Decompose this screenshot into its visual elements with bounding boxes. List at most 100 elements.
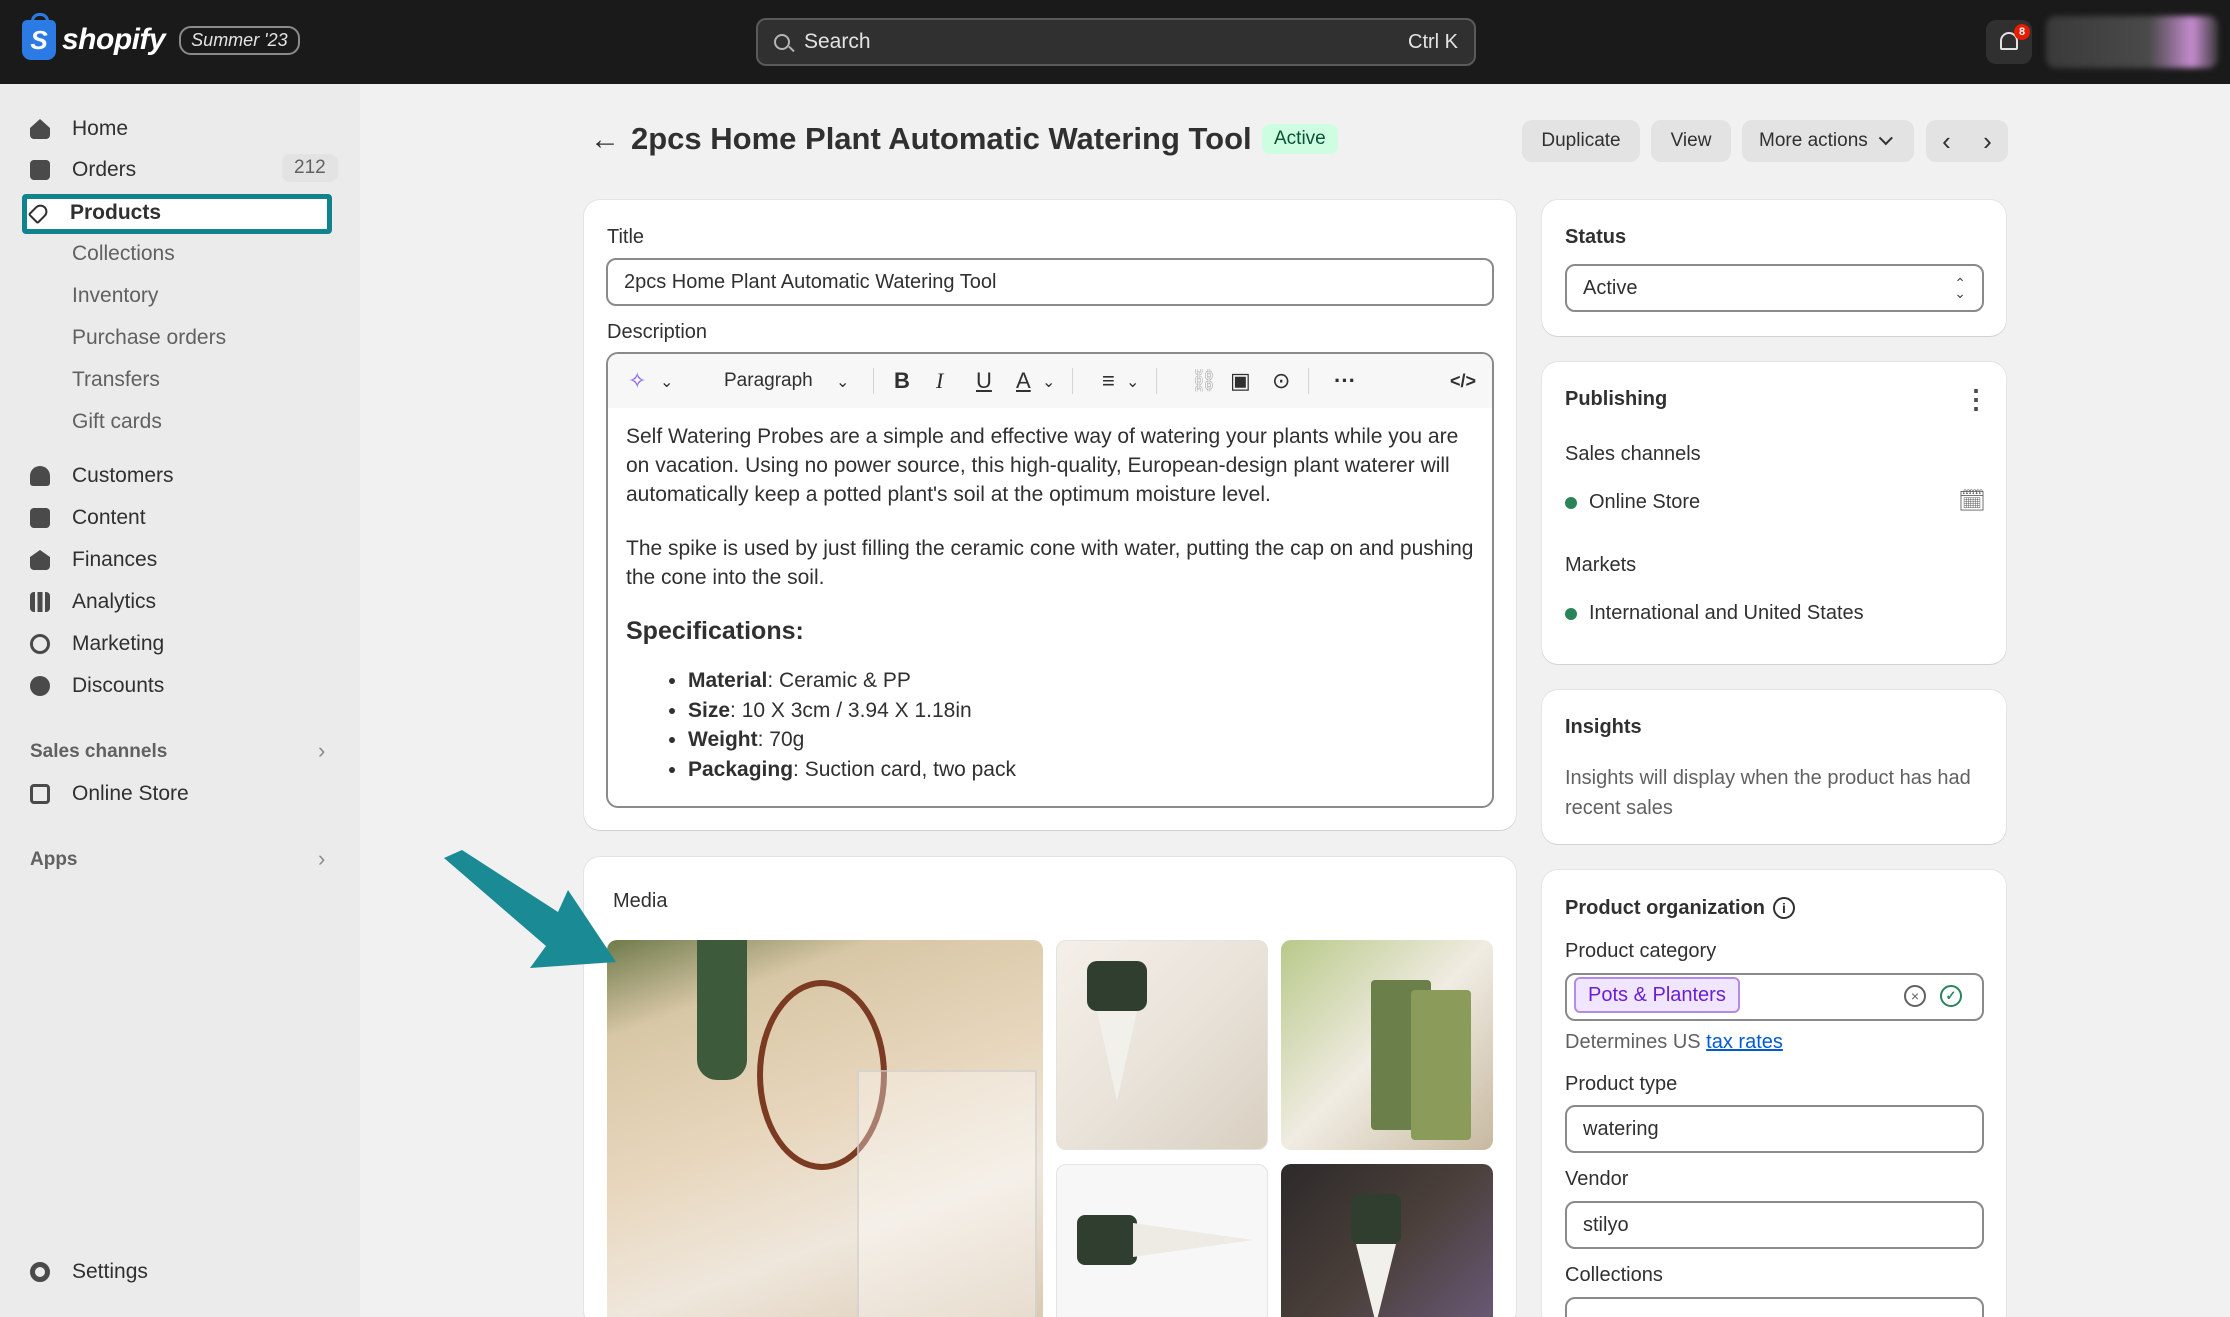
chevron-right-icon[interactable]: › [318, 846, 325, 872]
account-menu[interactable] [2046, 16, 2218, 68]
schedule-icon[interactable]: 🗓 [1958, 488, 1986, 514]
sidebar-item-label: Discounts [72, 674, 165, 697]
product-type-label: Product type [1565, 1073, 1678, 1095]
vendor-label: Vendor [1565, 1168, 1629, 1190]
more-options-icon[interactable]: ⋮ [1963, 384, 1989, 415]
product-image-3[interactable] [1281, 940, 1493, 1150]
vendor-field[interactable]: stilyo [1565, 1201, 1984, 1249]
text-color-icon[interactable]: A [1016, 368, 1031, 394]
align-icon[interactable]: ≡ [1102, 368, 1115, 394]
sidebar-item-label: Orders [72, 158, 137, 181]
more-actions-button[interactable]: More actions [1742, 120, 1914, 162]
product-image-5[interactable] [1281, 1164, 1493, 1317]
description-editor[interactable]: ✧ ⌄ Paragraph ⌄ B I U A ⌄ ≡ ⌄ ⛓ ▣ ⊙ ··· … [606, 352, 1494, 808]
sales-channels-heading[interactable]: Sales channels [30, 741, 167, 763]
italic-icon[interactable]: I [936, 368, 943, 394]
description-paragraph: The spike is used by just filling the ce… [626, 537, 1474, 589]
store-icon [30, 784, 50, 804]
insert-video-icon[interactable]: ⊙ [1272, 368, 1290, 394]
sidebar-item-content[interactable]: Content [30, 500, 146, 536]
chevron-down-icon[interactable]: ⌄ [1126, 372, 1139, 392]
link-icon[interactable]: ⛓ [1190, 368, 1218, 394]
product-type-field[interactable]: watering [1565, 1105, 1984, 1153]
probe-cap-shape [1087, 961, 1147, 1011]
spec-value: : Suction card, two pack [793, 757, 1016, 781]
orders-icon [30, 160, 50, 180]
clear-icon[interactable]: × [1904, 985, 1926, 1007]
category-tag[interactable]: Pots & Planters [1574, 977, 1740, 1013]
shopify-logo[interactable]: S shopify Summer '23 [22, 13, 300, 60]
sidebar-subitem-collections[interactable]: Collections [72, 242, 175, 266]
magic-sparkle-icon[interactable]: ✧ [628, 368, 646, 394]
sidebar-subitem-gift-cards[interactable]: Gift cards [72, 410, 162, 434]
sidebar-item-orders[interactable]: Orders [30, 152, 136, 188]
code-view-icon[interactable]: </> [1450, 371, 1476, 392]
underline-icon[interactable]: U [976, 368, 992, 394]
apps-heading[interactable]: Apps [30, 849, 78, 871]
chevron-down-icon[interactable]: ⌄ [836, 372, 849, 392]
paragraph-style-select[interactable]: Paragraph [724, 370, 813, 392]
product-image-main[interactable] [607, 940, 1043, 1317]
product-image-2[interactable] [1056, 940, 1268, 1150]
sidebar-item-customers[interactable]: Customers [30, 458, 174, 494]
spec-value: : 10 X 3cm / 3.94 X 1.18in [730, 698, 972, 722]
tax-note: Determines US tax rates [1565, 1031, 1783, 1054]
chevron-down-icon[interactable]: ⌄ [1042, 372, 1055, 392]
insert-image-icon[interactable]: ▣ [1230, 368, 1251, 394]
sales-channels-label: Sales channels [1565, 443, 1701, 465]
probe-cap-shape [1351, 1194, 1401, 1244]
probe-cap-shape [697, 940, 747, 1080]
sidebar-item-discounts[interactable]: Discounts [30, 668, 164, 704]
insights-label: Insights [1565, 716, 1642, 738]
publishing-label: Publishing [1565, 388, 1668, 410]
sidebar-item-online-store[interactable]: Online Store [30, 776, 189, 812]
sidebar-item-settings[interactable]: Settings [30, 1254, 148, 1290]
toolbar-divider [873, 368, 874, 394]
search-input[interactable]: Search Ctrl K [756, 18, 1476, 66]
editor-content[interactable]: Self Watering Probes are a simple and ef… [608, 408, 1492, 784]
duplicate-button[interactable]: Duplicate [1522, 120, 1640, 162]
discount-icon [30, 676, 50, 696]
list-item: Packaging: Suction card, two pack [688, 755, 1474, 785]
title-label: Title [607, 226, 645, 248]
search-icon [774, 34, 790, 50]
package-shape [1411, 990, 1471, 1140]
specifications-list: Material: Ceramic & PP Size: 10 X 3cm / … [688, 666, 1474, 784]
more-formatting-icon[interactable]: ··· [1334, 368, 1356, 394]
bar-chart-icon [30, 592, 50, 612]
sidebar-item-label: Finances [72, 548, 158, 571]
collections-field[interactable] [1565, 1297, 1984, 1317]
chevron-right-icon[interactable]: › [318, 738, 325, 764]
sidebar-item-finances[interactable]: Finances [30, 542, 157, 578]
sidebar-subitem-inventory[interactable]: Inventory [72, 284, 158, 308]
sidebar-subitem-purchase-orders[interactable]: Purchase orders [72, 326, 226, 350]
toolbar-divider [1156, 368, 1157, 394]
market-status-dot [1565, 608, 1577, 620]
back-arrow-icon[interactable]: ← [590, 123, 620, 157]
chevron-down-icon[interactable]: ⌄ [660, 372, 673, 392]
sidebar-subitem-transfers[interactable]: Transfers [72, 368, 160, 392]
top-bar: S shopify Summer '23 Search Ctrl K 8 [0, 0, 2230, 84]
description-label: Description [607, 321, 708, 343]
confirm-check-icon[interactable]: ✓ [1940, 985, 1962, 1007]
image-icon [30, 508, 50, 528]
sidebar-item-label: Marketing [72, 632, 165, 655]
sidebar-item-analytics[interactable]: Analytics [30, 584, 156, 620]
tax-note-prefix: Determines US [1565, 1031, 1701, 1053]
notifications-button[interactable]: 8 [1986, 20, 2032, 64]
title-field[interactable]: 2pcs Home Plant Automatic Watering Tool [606, 258, 1494, 306]
previous-icon[interactable]: ‹ [1942, 126, 1951, 157]
sidebar-item-label: Online Store [72, 782, 189, 805]
next-icon[interactable]: › [1983, 126, 1992, 157]
status-select[interactable]: Active ⌃ ⌄ [1565, 264, 1984, 312]
sidebar-item-home[interactable]: Home [30, 111, 128, 147]
tax-rates-link[interactable]: tax rates [1706, 1031, 1783, 1053]
product-image-4[interactable] [1056, 1164, 1268, 1317]
view-button[interactable]: View [1651, 120, 1731, 162]
product-organization-label: Product organization [1565, 897, 1765, 919]
info-icon[interactable]: i [1773, 897, 1795, 919]
sidebar-item-marketing[interactable]: Marketing [30, 626, 164, 662]
editor-toolbar: ✧ ⌄ Paragraph ⌄ B I U A ⌄ ≡ ⌄ ⛓ ▣ ⊙ ··· … [608, 354, 1492, 408]
sidebar-item-products[interactable]: Products [27, 195, 161, 231]
bold-icon[interactable]: B [894, 368, 910, 394]
